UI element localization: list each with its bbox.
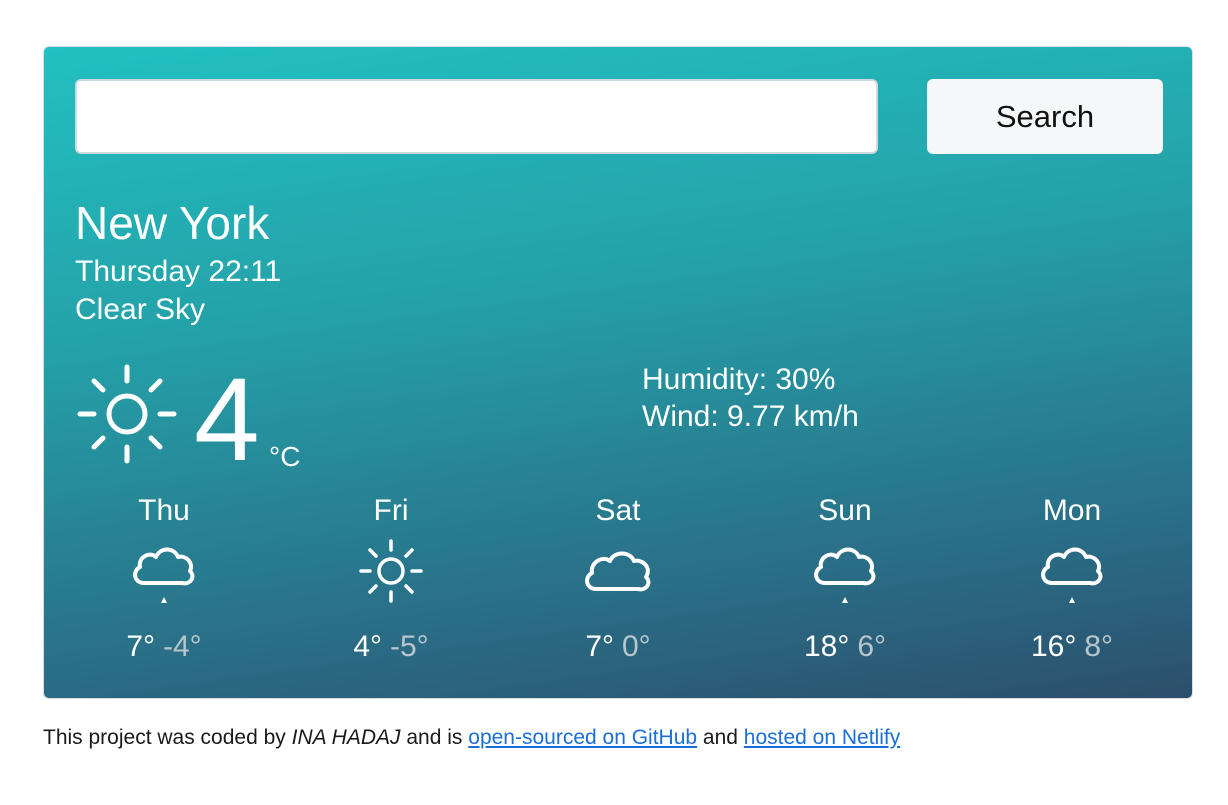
forecast-min: -5° <box>390 630 429 663</box>
weather-card: Search New York Thursday 22:11 Clear Sky… <box>43 46 1193 699</box>
footer-and: and <box>697 726 744 749</box>
footer: This project was coded by INA HADAJ and … <box>43 725 900 751</box>
forecast-day: Mon 16° 8° <box>982 493 1162 665</box>
forecast-max: 7° <box>585 630 614 663</box>
city-name: New York <box>75 197 270 249</box>
forecast-min: 6° <box>857 630 887 663</box>
date-time: Thursday 22:11 <box>75 255 282 288</box>
forecast-day-name: Fri <box>373 494 409 527</box>
footer-middle: and is <box>400 726 469 749</box>
humidity: Humidity: 30% <box>642 363 836 396</box>
netlify-link[interactable]: hosted on Netlify <box>744 726 900 749</box>
current-temperature: 4 <box>194 354 260 486</box>
forecast-day-name: Thu <box>138 494 190 527</box>
forecast-max: 4° <box>353 630 382 663</box>
forecast-day: Thu 7° -4° <box>74 493 254 665</box>
forecast-day-name: Sat <box>595 494 641 527</box>
forecast-day: Fri 4° -5° <box>301 493 481 665</box>
forecast-temps: 16° 8° <box>982 629 1162 665</box>
search-button[interactable]: Search <box>927 79 1163 154</box>
forecast-max: 7° <box>126 630 155 663</box>
footer-prefix: This project was coded by <box>43 726 292 749</box>
clear-sky-icon <box>77 364 177 464</box>
github-link[interactable]: open-sourced on GitHub <box>468 726 697 749</box>
forecast-min: 0° <box>622 630 651 663</box>
forecast-min: -4° <box>163 630 202 663</box>
forecast-temps: 4° -5° <box>301 629 481 665</box>
cloud-rain-icon <box>133 547 195 603</box>
forecast-temps: 7° 0° <box>528 629 708 665</box>
author-name: INA HADAJ <box>291 726 401 749</box>
wind-speed: Wind: 9.77 km/h <box>642 400 859 433</box>
forecast-day: Sun 18° 6° <box>755 493 935 665</box>
forecast-day-name: Sun <box>818 494 872 527</box>
cloud-icon <box>585 551 651 592</box>
sun-icon <box>359 539 423 603</box>
cloud-rain-icon <box>814 547 876 603</box>
forecast-max: 18° <box>803 630 850 663</box>
forecast-day: Sat 7° 0° <box>528 493 708 665</box>
cloud-rain-icon <box>1041 547 1103 603</box>
forecast-temps: 7° -4° <box>74 629 254 665</box>
temperature-unit: °C <box>269 441 301 472</box>
search-input[interactable] <box>75 79 878 154</box>
forecast-min: 8° <box>1084 630 1114 663</box>
forecast-day-name: Mon <box>1042 494 1102 527</box>
forecast-temps: 18° 6° <box>755 629 935 665</box>
forecast-max: 16° <box>1030 630 1077 663</box>
weather-description: Clear Sky <box>75 293 206 326</box>
